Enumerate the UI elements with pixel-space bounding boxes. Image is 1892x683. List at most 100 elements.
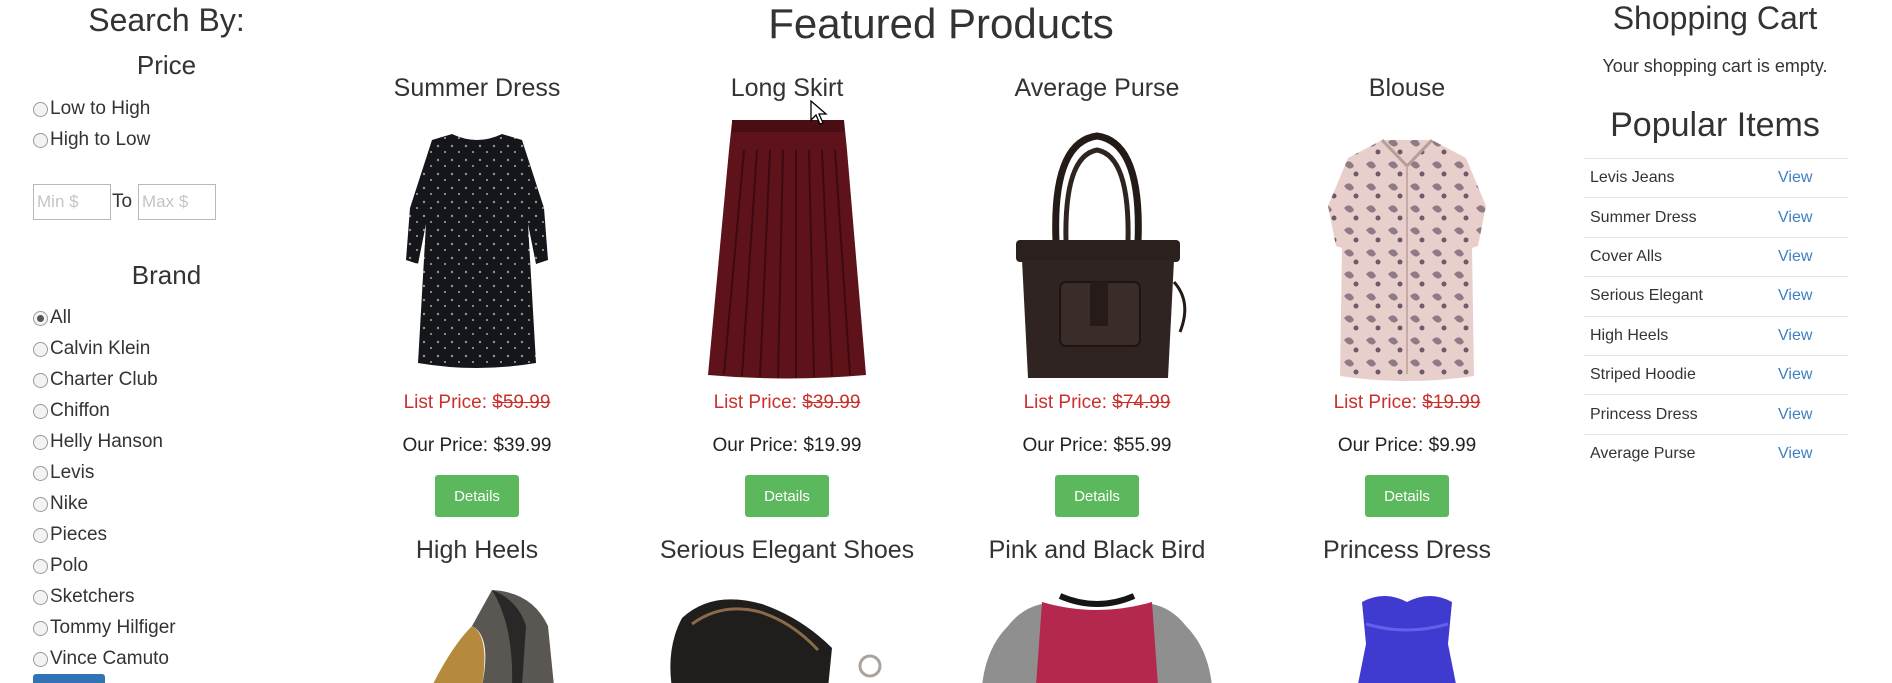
sort-low-to-high-radio[interactable] <box>33 101 48 117</box>
max-price-input[interactable] <box>138 184 216 220</box>
high-heels-image[interactable] <box>322 586 632 683</box>
price-heading: Price <box>136 50 197 80</box>
list-price-label: List Price: <box>1023 392 1107 413</box>
brand-option[interactable]: Chiffon <box>33 398 110 424</box>
brand-option[interactable]: Nike <box>33 491 88 517</box>
brand-option[interactable]: Vince Camuto <box>33 646 169 672</box>
brand-label: Sketchers <box>50 586 135 607</box>
our-price-value: $55.99 <box>1113 435 1172 456</box>
brand-label: Tommy Hilfiger <box>50 617 176 638</box>
filter-sidebar: Search By: Price Low to High High to Low… <box>0 0 340 683</box>
brand-radio[interactable] <box>33 496 48 512</box>
popular-item-name: Levis Jeans <box>1590 169 1675 187</box>
our-price-label: Our Price: <box>402 435 489 456</box>
product-card: Summer Dress List Price: $59.99 Our Pric… <box>322 74 632 517</box>
brand-radio[interactable] <box>33 403 48 419</box>
list-price-label: List Price: <box>403 392 487 413</box>
brand-option[interactable]: Polo <box>33 553 88 579</box>
popular-item-row: Average Purse View <box>1584 433 1848 473</box>
brand-label: Levis <box>50 462 95 483</box>
view-link[interactable]: View <box>1778 248 1812 266</box>
sort-low-to-high-option[interactable]: Low to High <box>33 96 150 122</box>
brand-option[interactable]: Calvin Klein <box>33 336 150 362</box>
blouse-image[interactable] <box>1252 136 1562 386</box>
long-skirt-image[interactable] <box>632 120 942 385</box>
princess-dress-image[interactable] <box>1252 584 1562 683</box>
product-card: High Heels <box>322 536 632 683</box>
details-button[interactable]: Details <box>1365 475 1449 517</box>
view-link[interactable]: View <box>1778 445 1812 463</box>
featured-products-title: Featured Products <box>768 0 1114 47</box>
popular-item-row: Cover Alls View <box>1584 236 1848 276</box>
brand-radio[interactable] <box>33 527 48 543</box>
details-button[interactable]: Details <box>745 475 829 517</box>
brand-label: Polo <box>50 555 89 576</box>
brand-radio[interactable] <box>33 558 48 574</box>
min-price-input[interactable] <box>33 184 111 220</box>
brand-radio[interactable] <box>33 310 48 326</box>
brand-heading: Brand <box>131 260 202 290</box>
brand-label: Calvin Klein <box>50 338 151 359</box>
brand-label: Chiffon <box>50 400 110 421</box>
brand-radio[interactable] <box>33 589 48 605</box>
brand-option[interactable]: Tommy Hilfiger <box>33 615 176 641</box>
our-price-label: Our Price: <box>1022 435 1109 456</box>
brand-option[interactable]: Levis <box>33 460 94 486</box>
our-price: Our Price: $19.99 <box>632 435 942 457</box>
view-link[interactable]: View <box>1778 287 1812 305</box>
brand-option[interactable]: Sketchers <box>33 584 134 610</box>
pink-black-bird-image[interactable] <box>942 586 1252 683</box>
brand-option[interactable]: Helly Hanson <box>33 429 163 455</box>
brand-option[interactable]: All <box>33 305 71 331</box>
elegant-shoes-image[interactable] <box>632 588 942 683</box>
product-name: Long Skirt <box>730 74 844 102</box>
our-price-value: $9.99 <box>1428 435 1477 456</box>
brand-label: All <box>50 307 72 328</box>
our-price: Our Price: $39.99 <box>322 435 632 457</box>
product-card: Princess Dress <box>1252 536 1562 683</box>
brand-option[interactable]: Pieces <box>33 522 107 548</box>
brand-radio[interactable] <box>33 341 48 357</box>
popular-item-name: Serious Elegant <box>1590 287 1703 305</box>
purse-image[interactable] <box>942 132 1252 382</box>
sort-high-to-low-radio[interactable] <box>33 132 48 148</box>
page: Search By: Price Low to High High to Low… <box>0 0 1892 683</box>
list-price: List Price: $39.99 <box>632 392 942 414</box>
popular-item-name: Average Purse <box>1590 444 1696 462</box>
our-price-value: $39.99 <box>493 435 552 456</box>
view-link[interactable]: View <box>1778 406 1812 424</box>
brand-option[interactable]: Charter Club <box>33 367 158 393</box>
brand-radio[interactable] <box>33 651 48 667</box>
sort-option-label: High to Low <box>50 129 151 150</box>
view-link[interactable]: View <box>1778 327 1812 345</box>
popular-item-name: Summer Dress <box>1590 208 1697 226</box>
list-price: List Price: $19.99 <box>1252 392 1562 414</box>
view-link[interactable]: View <box>1778 169 1812 187</box>
product-name: Blouse <box>1368 74 1446 102</box>
product-name: Princess Dress <box>1322 536 1492 564</box>
sort-high-to-low-option[interactable]: High to Low <box>33 127 150 153</box>
list-price-value: $19.99 <box>1422 392 1481 413</box>
details-button[interactable]: Details <box>1055 475 1139 517</box>
summer-dress-image[interactable] <box>322 128 632 378</box>
search-button[interactable] <box>33 674 105 683</box>
view-link[interactable]: View <box>1778 366 1812 384</box>
popular-item-name: Striped Hoodie <box>1590 366 1696 384</box>
popular-item-row: Princess Dress View <box>1584 394 1848 433</box>
brand-radio[interactable] <box>33 372 48 388</box>
our-price: Our Price: $9.99 <box>1252 435 1562 457</box>
list-price: List Price: $74.99 <box>942 392 1252 414</box>
brand-radio[interactable] <box>33 434 48 450</box>
popular-item-name: High Heels <box>1590 326 1669 344</box>
popular-item-row: Serious Elegant View <box>1584 276 1848 315</box>
product-card: Long Skirt List Price: $39.99 Our Price:… <box>632 74 942 517</box>
shopping-cart-title: Shopping Cart <box>1612 0 1818 36</box>
brand-radio[interactable] <box>33 620 48 636</box>
popular-item-name: Princess Dress <box>1590 405 1698 423</box>
brand-radio[interactable] <box>33 465 48 481</box>
search-by-heading: Search By: <box>88 2 245 38</box>
view-link[interactable]: View <box>1778 209 1812 227</box>
popular-items-table: Levis Jeans View Summer Dress View Cover All… <box>1584 158 1848 473</box>
list-price-value: $74.99 <box>1112 392 1171 413</box>
details-button[interactable]: Details <box>435 475 519 517</box>
